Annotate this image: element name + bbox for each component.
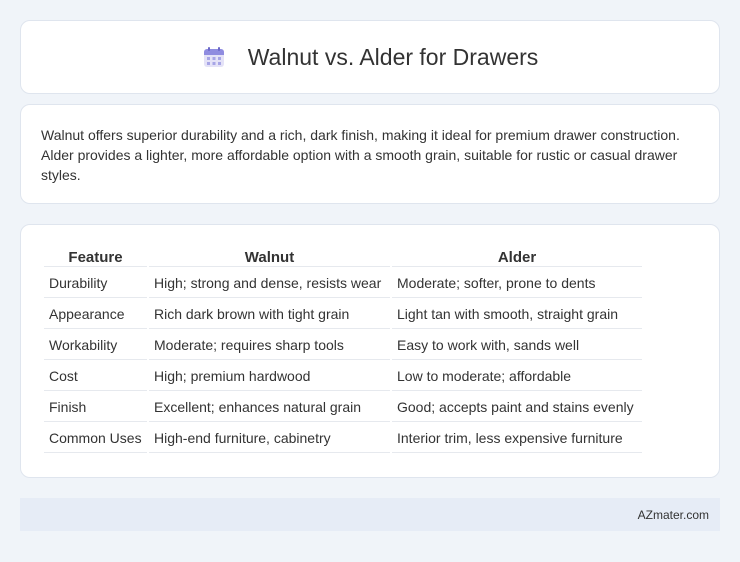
alder-cell: Easy to work with, sands well <box>392 331 642 360</box>
alder-cell: Moderate; softer, prone to dents <box>392 269 642 298</box>
alder-cell: Good; accepts paint and stains evenly <box>392 393 642 422</box>
feature-cell: Durability <box>44 269 147 298</box>
walnut-cell: High; strong and dense, resists wear <box>149 269 390 298</box>
alder-cell: Light tan with smooth, straight grain <box>392 300 642 329</box>
feature-cell: Common Uses <box>44 424 147 453</box>
table-row: Common Uses High-end furniture, cabinetr… <box>44 424 642 453</box>
table-row: Cost High; premium hardwood Low to moder… <box>44 362 642 391</box>
header-alder: Alder <box>392 247 642 267</box>
alder-cell: Interior trim, less expensive furniture <box>392 424 642 453</box>
alder-cell: Low to moderate; affordable <box>392 362 642 391</box>
summary-text: Walnut offers superior durability and a … <box>41 127 680 183</box>
page-title: Walnut vs. Alder for Drawers <box>247 43 539 70</box>
table-row: Appearance Rich dark brown with tight gr… <box>44 300 642 329</box>
table-header-row: Feature Walnut Alder <box>44 247 642 267</box>
feature-cell: Finish <box>44 393 147 422</box>
table-row: Durability High; strong and dense, resis… <box>44 269 642 298</box>
walnut-cell: Excellent; enhances natural grain <box>149 393 390 422</box>
footer: AZmater.com <box>20 498 720 531</box>
feature-cell: Appearance <box>44 300 147 329</box>
title-card: Walnut vs. Alder for Drawers <box>20 20 720 94</box>
table-row: Finish Excellent; enhances natural grain… <box>44 393 642 422</box>
header-feature: Feature <box>44 247 147 267</box>
header-walnut: Walnut <box>149 247 390 267</box>
summary-card: Walnut offers superior durability and a … <box>20 104 720 204</box>
feature-cell: Workability <box>44 331 147 360</box>
calendar-icon <box>202 45 226 69</box>
walnut-cell: High; premium hardwood <box>149 362 390 391</box>
feature-cell: Cost <box>44 362 147 391</box>
walnut-cell: Rich dark brown with tight grain <box>149 300 390 329</box>
walnut-cell: High-end furniture, cabinetry <box>149 424 390 453</box>
footer-brand[interactable]: AZmater.com <box>638 508 709 522</box>
comparison-table: Feature Walnut Alder Durability High; st… <box>42 245 644 455</box>
comparison-card: Feature Walnut Alder Durability High; st… <box>20 224 720 478</box>
table-row: Workability Moderate; requires sharp too… <box>44 331 642 360</box>
walnut-cell: Moderate; requires sharp tools <box>149 331 390 360</box>
